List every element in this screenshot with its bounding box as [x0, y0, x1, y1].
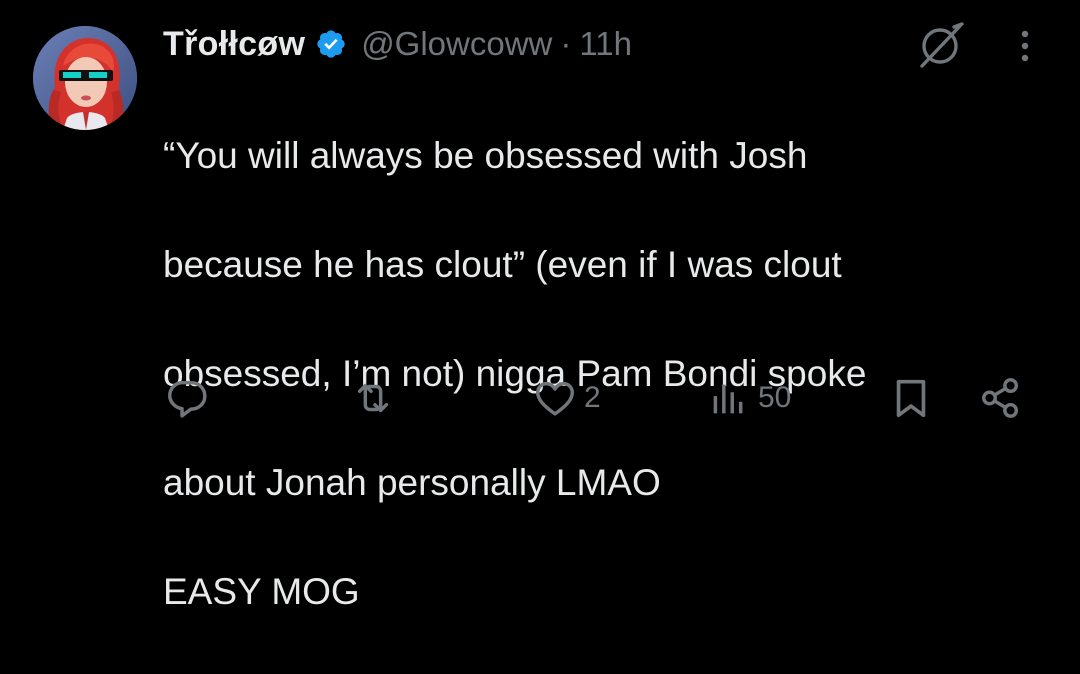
- tweet-text-line: because he has clout” (even if I was clo…: [163, 243, 842, 285]
- tweet-text-line: “You will always be obsessed with Josh: [163, 134, 808, 176]
- display-name[interactable]: Třołłcøw: [163, 25, 305, 64]
- analytics-icon: [713, 384, 743, 414]
- avatar-image: [33, 26, 137, 130]
- reply-icon: [168, 380, 207, 418]
- share-icon: [982, 378, 1019, 418]
- action-bar: 2 50: [0, 370, 1080, 426]
- grok-icon[interactable]: [914, 18, 966, 70]
- timestamp[interactable]: 11h: [579, 25, 632, 63]
- heart-icon: [536, 381, 574, 416]
- avatar[interactable]: [33, 26, 137, 130]
- tweet-card[interactable]: Třołłcøw @Glowcoww · 11h “You will alway…: [0, 0, 1080, 612]
- views-button[interactable]: 50: [706, 370, 791, 426]
- more-options-icon[interactable]: [1010, 24, 1040, 68]
- bookmark-button[interactable]: [888, 370, 940, 426]
- like-count: 2: [584, 381, 601, 414]
- views-count: 50: [758, 381, 792, 414]
- tweet-text-line: about Jonah personally LMAO: [163, 461, 661, 503]
- repost-button[interactable]: [350, 370, 402, 426]
- like-button[interactable]: 2: [532, 370, 601, 426]
- share-button[interactable]: [978, 370, 1030, 426]
- tweet-text-line: EASY MOG: [163, 570, 360, 612]
- verified-badge-icon[interactable]: [315, 28, 347, 60]
- tweet-header: Třołłcøw @Glowcoww · 11h: [163, 22, 632, 66]
- separator-dot: ·: [560, 25, 572, 62]
- repost-icon: [357, 383, 389, 413]
- reply-button[interactable]: [164, 370, 216, 426]
- user-handle[interactable]: @Glowcoww: [361, 25, 552, 63]
- bookmark-icon: [896, 379, 926, 418]
